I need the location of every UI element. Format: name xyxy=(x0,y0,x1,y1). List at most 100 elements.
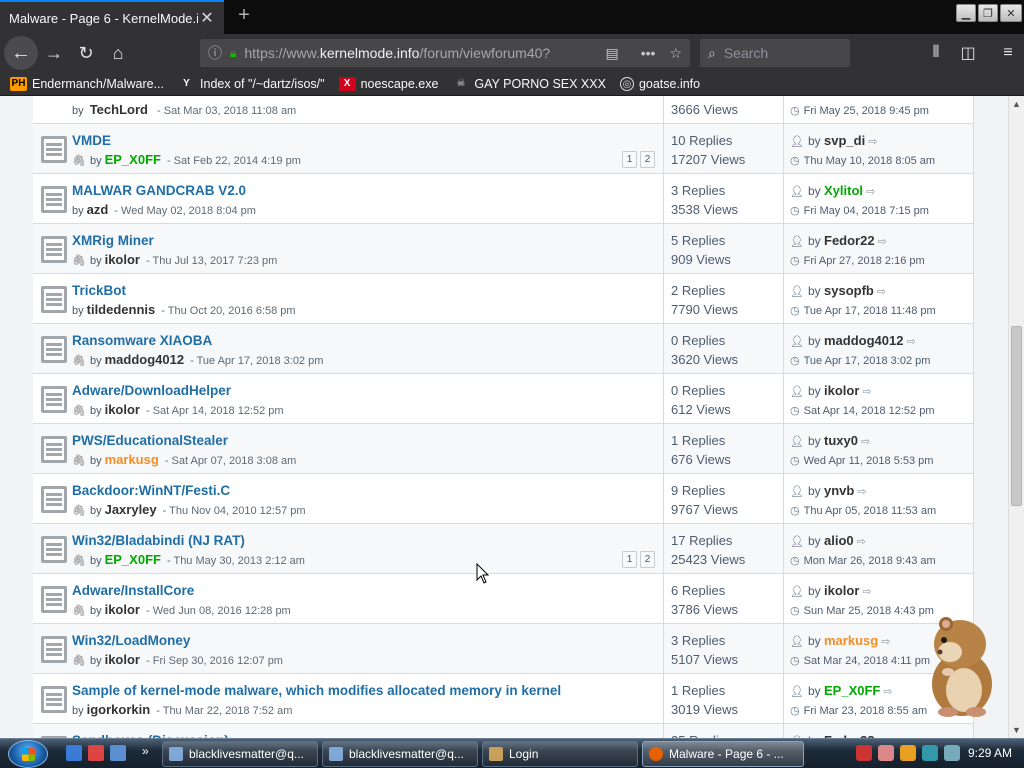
minimize-button[interactable]: ▁ xyxy=(956,4,976,22)
last-poster[interactable]: alio0 xyxy=(824,533,854,548)
bookmark-star-icon[interactable]: ☆ xyxy=(669,45,682,62)
topic-title-link[interactable]: Adware/InstallCore xyxy=(72,583,194,598)
bookmark-item[interactable]: Y Index of "/~dartz/isos/" xyxy=(178,77,324,91)
taskbar-button-2[interactable]: blacklivesmatter@q... xyxy=(322,741,478,767)
tray-search-icon[interactable] xyxy=(900,745,916,761)
vertical-scrollbar[interactable]: ▲ ▼ xyxy=(1008,96,1024,738)
topic-author[interactable]: ikolor xyxy=(105,602,140,617)
last-poster[interactable]: svp_di xyxy=(824,133,865,148)
topic-author[interactable]: EP_X0FF xyxy=(105,152,161,167)
restore-button[interactable]: ❐ xyxy=(978,4,998,22)
goto-last-post-icon[interactable]: ⇨ xyxy=(857,536,866,548)
last-poster[interactable]: sysopfb xyxy=(824,283,874,298)
topic-title-link[interactable]: Adware/DownloadHelper xyxy=(72,383,231,398)
scroll-up-arrow-icon[interactable]: ▲ xyxy=(1009,96,1024,112)
topic-author[interactable]: EP_X0FF xyxy=(105,552,161,567)
reader-view-icon[interactable]: ▤ xyxy=(605,45,618,62)
goto-last-post-icon[interactable]: ⇨ xyxy=(857,486,866,498)
page-link[interactable]: 1 xyxy=(622,151,637,168)
taskbar-button-login[interactable]: Login xyxy=(482,741,638,767)
topic-author[interactable]: markusg xyxy=(105,452,159,467)
url-bar[interactable]: ⓘ 🔒︎ https://www.kernelmode.info/forum/v… xyxy=(200,39,690,67)
topic-title-link[interactable]: Sample of kernel-mode malware, which mod… xyxy=(72,683,561,698)
page-actions-icon[interactable]: ••• xyxy=(641,45,656,61)
topic-author[interactable]: TechLord xyxy=(90,102,148,117)
url-text[interactable]: https://www.kernelmode.info/forum/viewfo… xyxy=(244,45,591,61)
goto-last-post-icon[interactable]: ⇨ xyxy=(883,686,892,698)
bookmark-item[interactable]: Xnoescape.exe xyxy=(338,76,438,91)
goto-last-post-icon[interactable]: ⇨ xyxy=(877,286,886,298)
bookmark-item[interactable]: ◎ goatse.info xyxy=(619,76,700,91)
topic-title-link[interactable]: VMDE xyxy=(72,133,111,148)
last-poster[interactable]: tuxy0 xyxy=(824,433,858,448)
last-poster[interactable]: EP_X0FF xyxy=(824,683,880,698)
topic-author[interactable]: ikolor xyxy=(105,652,140,667)
quicklaunch-app-icon[interactable] xyxy=(88,745,104,761)
topic-author[interactable]: tildedennis xyxy=(87,302,156,317)
tab-malware-page6[interactable]: Malware - Page 6 - KernelMode.info ✕ xyxy=(0,0,224,34)
page-link[interactable]: 2 xyxy=(640,151,655,168)
info-icon[interactable]: ⓘ xyxy=(208,43,222,63)
quicklaunch-explorer-icon[interactable] xyxy=(66,745,82,761)
goto-last-post-icon[interactable]: ⇨ xyxy=(868,136,877,148)
tray-volume-icon[interactable] xyxy=(944,745,960,761)
start-button[interactable] xyxy=(8,740,48,768)
goto-last-post-icon[interactable]: ⇨ xyxy=(862,386,871,398)
last-poster[interactable]: Xylitol xyxy=(824,183,863,198)
scrollbar-thumb[interactable] xyxy=(1011,326,1022,506)
topic-author[interactable]: Jaxryley xyxy=(105,502,157,517)
back-arrow-icon[interactable]: ← xyxy=(4,36,38,70)
page-link[interactable]: 2 xyxy=(640,551,655,568)
bookmark-item[interactable]: ☠ GAY PORNO SEX XXX xyxy=(452,77,606,91)
close-window-button[interactable]: ✕ xyxy=(1000,4,1022,22)
topic-title-link[interactable]: Backdoor:WinNT/Festi.C xyxy=(72,483,230,498)
topic-title-link[interactable]: PWS/EducationalStealer xyxy=(72,433,228,448)
goto-last-post-icon[interactable]: ⇨ xyxy=(906,336,915,348)
topic-title-link[interactable]: MALWAR GANDCRAB V2.0 xyxy=(72,183,246,198)
last-poster[interactable]: ikolor xyxy=(824,383,859,398)
topic-title-link[interactable]: Win32/LoadMoney xyxy=(72,633,190,648)
bookmark-item[interactable]: PH Endermanch/Malware... xyxy=(10,76,164,91)
sidebar-icon[interactable]: ◫ xyxy=(952,37,984,69)
goto-last-post-icon[interactable]: ⇨ xyxy=(861,436,870,448)
taskbar-clock[interactable]: 9:29 AM xyxy=(968,746,1012,760)
topic-title-link[interactable]: Win32/Bladabindi (NJ RAT) xyxy=(72,533,245,548)
quicklaunch-desktop-icon[interactable] xyxy=(110,745,126,761)
tab-close-icon[interactable]: ✕ xyxy=(198,8,216,28)
tray-network-icon[interactable] xyxy=(922,745,938,761)
goto-last-post-icon[interactable]: ⇨ xyxy=(862,586,871,598)
topic-title-link[interactable]: XMRig Miner xyxy=(72,233,154,248)
topic-author[interactable]: maddog4012 xyxy=(105,352,184,367)
topic-author[interactable]: ikolor xyxy=(105,252,140,267)
last-poster[interactable]: maddog4012 xyxy=(824,333,903,348)
topic-author[interactable]: igorkorkin xyxy=(87,702,151,717)
home-icon[interactable]: ⌂ xyxy=(102,37,134,69)
hamster-desktop-pet[interactable] xyxy=(920,612,1000,718)
topic-title-link[interactable]: TrickBot xyxy=(72,283,126,298)
tray-security-icon[interactable] xyxy=(856,745,872,761)
last-poster[interactable]: Fedor22 xyxy=(824,233,875,248)
taskbar-button-firefox[interactable]: Malware - Page 6 - ... xyxy=(642,741,804,767)
topic-author[interactable]: azd xyxy=(87,202,109,217)
new-tab-plus-icon[interactable]: + xyxy=(232,4,256,27)
topic-author[interactable]: ikolor xyxy=(105,402,140,417)
topic-title-link[interactable]: Ransomware XIAOBA xyxy=(72,333,212,348)
last-poster[interactable]: ikolor xyxy=(824,583,859,598)
goto-last-post-icon[interactable]: ⇨ xyxy=(881,636,890,648)
last-poster[interactable]: markusg xyxy=(824,633,878,648)
page-link[interactable]: 1 xyxy=(622,551,637,568)
taskbar-button-1[interactable]: blacklivesmatter@q... xyxy=(162,741,318,767)
tray-app-icon[interactable] xyxy=(878,745,894,761)
goto-last-post-icon[interactable]: ⇨ xyxy=(878,236,887,248)
topic-date: - Sat Mar 03, 2018 11:08 am xyxy=(157,105,297,117)
scroll-down-arrow-icon[interactable]: ▼ xyxy=(1009,722,1024,738)
last-poster[interactable]: ynvb xyxy=(824,483,854,498)
search-input[interactable]: ⌕ Search xyxy=(700,39,850,67)
forward-arrow-icon[interactable]: → xyxy=(38,37,70,69)
quicklaunch-expand-icon[interactable]: » xyxy=(142,744,149,758)
reload-icon[interactable]: ↻ xyxy=(70,37,102,69)
library-icon[interactable]: ⫴ xyxy=(920,37,952,69)
menu-hamburger-icon[interactable]: ≡ xyxy=(992,37,1024,69)
goto-last-post-icon[interactable]: ⇨ xyxy=(866,186,875,198)
lock-icon[interactable]: 🔒︎ xyxy=(230,46,236,61)
